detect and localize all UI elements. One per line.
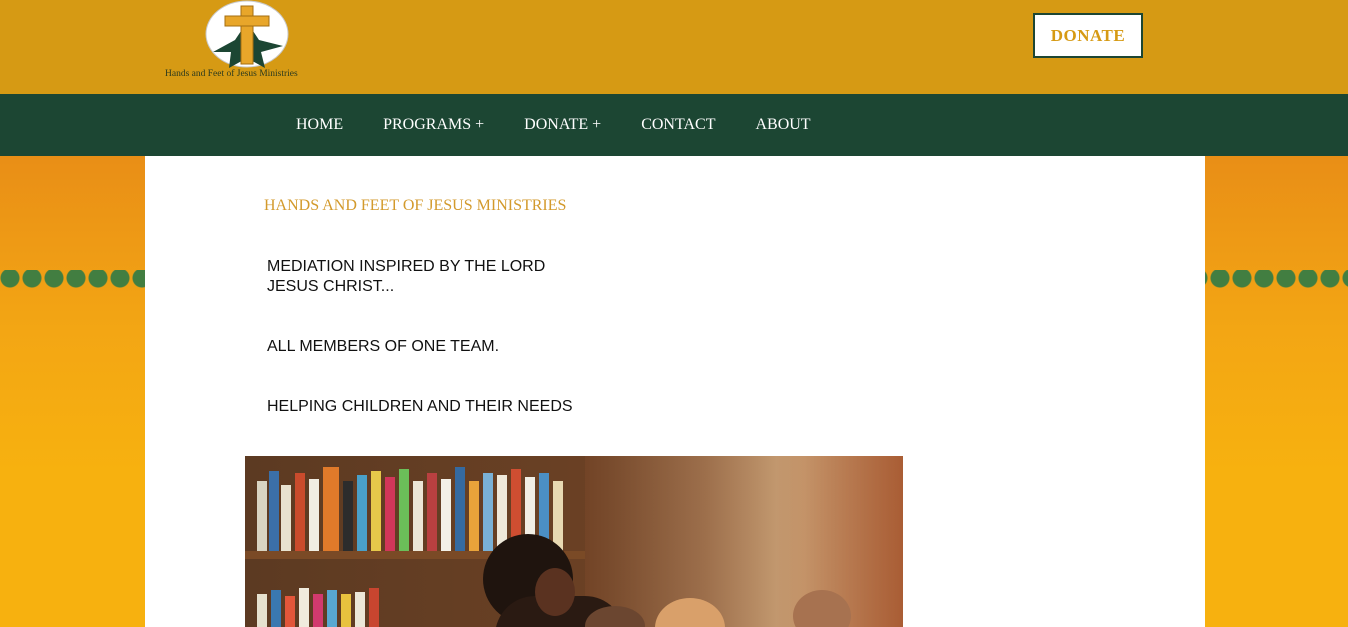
content-panel: HANDS AND FEET OF JESUS MINISTRIES MEDIA… [145,156,1205,627]
nav-item-donate[interactable]: DONATE + [504,116,621,134]
logo-text: Hands and Feet of Jesus Ministries [165,69,298,79]
hero-photo-library [245,456,903,627]
cross-logo-icon [205,0,289,68]
site-header: Hands and Feet of Jesus Ministries DONAT… [0,0,1348,94]
nav-item-contact[interactable]: CONTACT [621,116,735,134]
page-title: HANDS AND FEET OF JESUS MINISTRIES [264,197,567,214]
site-logo[interactable]: Hands and Feet of Jesus Ministries [160,0,330,90]
tagline-children: HELPING CHILDREN AND THEIR NEEDS [267,398,573,415]
nav-item-home[interactable]: HOME [276,116,363,134]
main-nav: HOME PROGRAMS + DONATE + CONTACT ABOUT [0,94,1348,156]
nav-item-programs[interactable]: PROGRAMS + [363,116,504,134]
tagline-mediation: MEDIATION INSPIRED BY THE LORD JESUS CHR… [267,258,546,295]
donate-button[interactable]: DONATE [1033,13,1143,58]
tagline-team: ALL MEMBERS OF ONE TEAM. [267,338,500,355]
nav-item-about[interactable]: ABOUT [735,116,830,134]
